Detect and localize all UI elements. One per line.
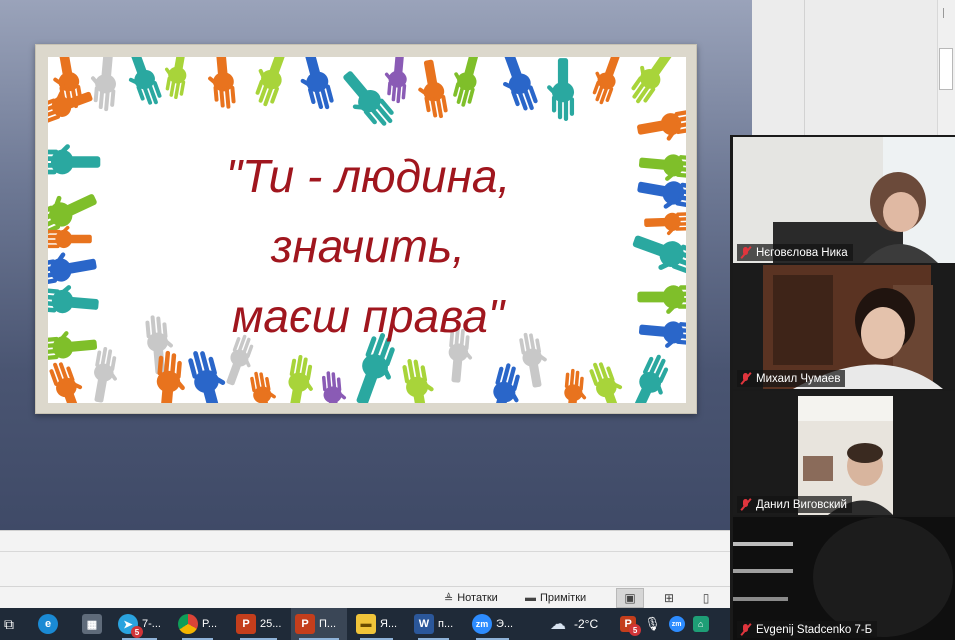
muted-mic-icon xyxy=(739,372,752,385)
slide-sorter-icon: ⊞ xyxy=(663,591,675,605)
status-bar: ≜ Нотатки ▬ Примітки ▣ ⊞ ▯ xyxy=(0,586,730,608)
participant-name-tag: Данил Виговский xyxy=(737,496,852,513)
taskbar-powerpoint-1[interactable]: P 25... xyxy=(232,608,285,640)
taskbar-file-explorer[interactable]: ▬ Я... xyxy=(352,608,401,640)
taskbar-chrome[interactable]: P... xyxy=(174,608,221,640)
taskbar-calculator[interactable]: ▦ xyxy=(78,608,106,640)
system-tray: ☁ -2°C P 5 🎙 zm ⌂ xyxy=(550,608,709,640)
word-label: п... xyxy=(438,618,454,630)
reading-view-button[interactable]: ▯ xyxy=(692,588,720,608)
notes-divider xyxy=(0,551,730,552)
notes-label: Нотатки xyxy=(457,592,498,604)
slide-sorter-view-button[interactable]: ⊞ xyxy=(655,588,683,608)
tray-powerpoint-icon[interactable]: P 5 xyxy=(620,616,642,636)
telegram-label: 7-... xyxy=(142,618,161,630)
telegram-icon: ➤ 5 xyxy=(118,614,143,638)
slide-editor-area[interactable]: "Ти - людина, значить, маєш права" xyxy=(0,0,752,530)
folder-icon: ▬ xyxy=(356,614,376,634)
powerpoint-1-label: 25... xyxy=(260,618,282,630)
chrome-label: P... xyxy=(202,618,218,630)
taskbar-powerpoint-2[interactable]: P П... xyxy=(291,608,347,640)
normal-view-icon: ▣ xyxy=(624,591,636,605)
video-tile[interactable]: Михаил Чумаев xyxy=(733,265,955,389)
taskbar-word[interactable]: W п... xyxy=(410,608,457,640)
tray-zoom-icon[interactable]: zm xyxy=(668,616,685,632)
scroll-marker xyxy=(943,8,949,18)
notes-toggle-button[interactable]: ≜ Нотатки xyxy=(444,590,498,606)
comments-button[interactable]: ▬ Примітки xyxy=(525,590,586,606)
muted-mic-icon xyxy=(739,246,752,259)
powerpoint-icon: P xyxy=(236,614,256,634)
task-view-icon: ⧉ xyxy=(4,615,14,632)
normal-view-button[interactable]: ▣ xyxy=(616,588,644,608)
muted-mic-icon xyxy=(739,623,752,636)
comments-label: Примітки xyxy=(540,592,587,604)
slide-scroll-area xyxy=(752,0,955,135)
notes-icon: ≜ xyxy=(444,592,454,605)
taskbar-zoom[interactable]: zm Э... xyxy=(468,608,517,640)
muted-mic-icon xyxy=(739,498,752,511)
notes-pane[interactable] xyxy=(0,530,730,586)
pane-divider xyxy=(804,0,805,135)
word-icon: W xyxy=(414,614,434,634)
powerpoint-2-label: П... xyxy=(319,618,337,630)
explorer-label: Я... xyxy=(380,618,398,630)
participant-name: Нєговєлова Ника xyxy=(756,246,848,259)
slide[interactable]: "Ти - людина, значить, маєш права" xyxy=(48,57,686,403)
tray-app-icon[interactable]: ⌂ xyxy=(692,616,709,632)
chrome-icon xyxy=(178,614,198,634)
participant-name: Evgenij Stadcenko 7-Б xyxy=(756,623,873,636)
reading-view-icon: ▯ xyxy=(702,591,710,605)
scrollbar-thumb[interactable] xyxy=(939,48,953,90)
zoom-label: Э... xyxy=(496,618,514,630)
vertical-scrollbar[interactable] xyxy=(937,0,955,135)
notification-badge: 5 xyxy=(131,626,143,638)
task-view-button[interactable]: ⧉ xyxy=(0,608,18,640)
calculator-icon: ▦ xyxy=(82,614,102,634)
participant-name-tag: Михаил Чумаев xyxy=(737,370,846,387)
video-tile[interactable]: Evgenij Stadcenko 7-Б xyxy=(733,517,955,640)
powerpoint-icon: P xyxy=(295,614,315,634)
participant-name: Михаил Чумаев xyxy=(756,372,841,385)
tray-notification-badge: 5 xyxy=(629,624,642,636)
comment-icon: ▬ xyxy=(525,592,536,604)
slide-title-line-2: значить, xyxy=(271,220,465,272)
edge-icon: e xyxy=(38,614,58,634)
participant-name-tag: Evgenij Stadcenko 7-Б xyxy=(737,621,878,638)
temperature[interactable]: -2°C xyxy=(574,617,598,631)
slide-frame: "Ти - людина, значить, маєш права" xyxy=(35,44,697,414)
windows-taskbar: ⧉ e ▦ ➤ 5 7-... P... P 25... P П... ▬ Я.… xyxy=(0,608,730,640)
slide-title[interactable]: "Ти - людина, значить, маєш права" xyxy=(148,141,588,351)
slide-title-line-3: маєш права" xyxy=(231,290,505,342)
taskbar-telegram[interactable]: ➤ 5 7-... xyxy=(114,608,165,640)
video-tile[interactable]: Данил Виговский xyxy=(733,391,955,515)
video-tile[interactable]: Нєговєлова Ника xyxy=(733,137,955,263)
participant-name: Данил Виговский xyxy=(756,498,847,511)
participant-name-tag: Нєговєлова Ника xyxy=(737,244,853,261)
microphone-icon[interactable]: 🎙 xyxy=(644,616,661,632)
taskbar-edge[interactable]: e xyxy=(34,608,62,640)
zoom-video-strip: Нєговєлова Ника Михаил Чумаев Данил Виго… xyxy=(730,135,955,640)
weather-cloud-icon[interactable]: ☁ xyxy=(550,614,566,634)
zoom-icon: zm xyxy=(472,614,492,634)
slide-title-line-1: "Ти - людина, xyxy=(225,150,511,202)
